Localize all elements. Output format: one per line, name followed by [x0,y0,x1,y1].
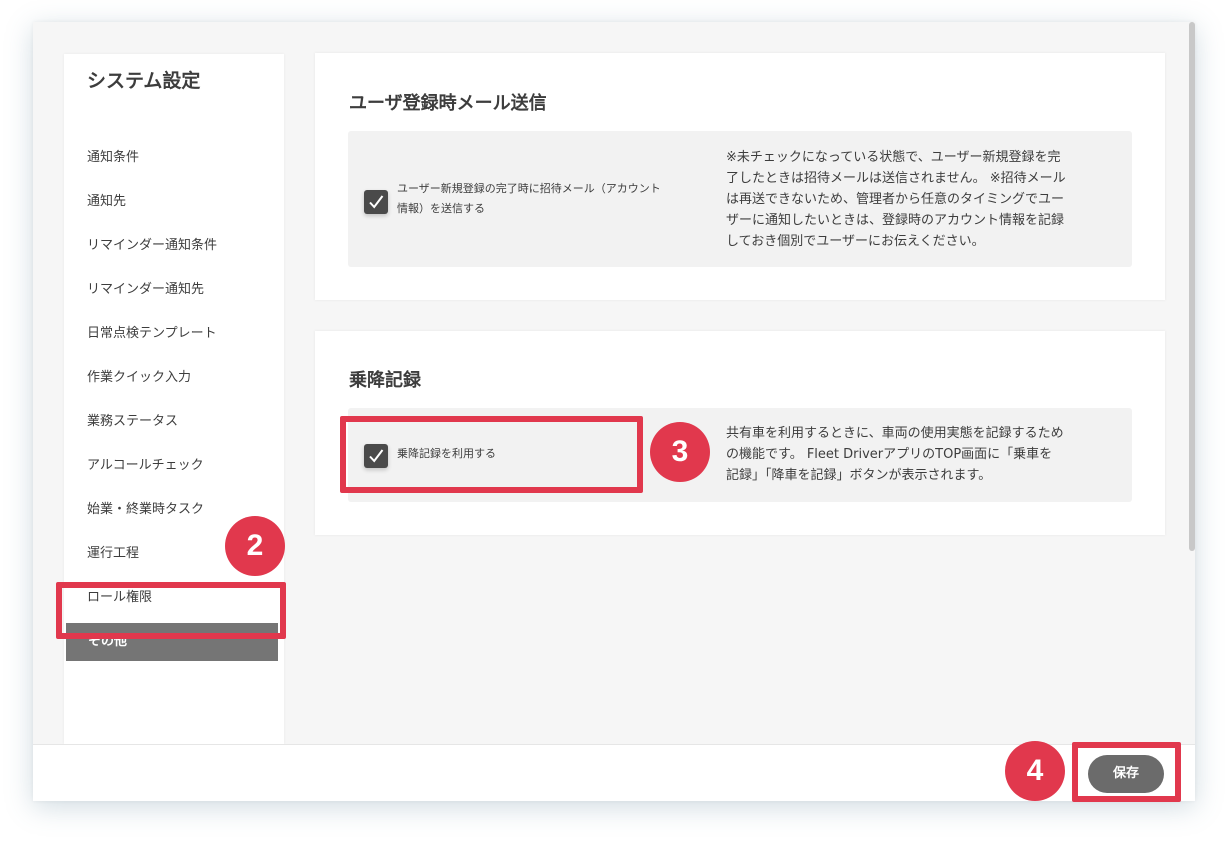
step-badge-2: 2 [225,516,285,576]
sidebar-title: システム設定 [87,70,201,92]
email-settings-card: ユーザ登録時メール送信 ユーザー新規登録の完了時に招待メール（アカウント 情報）… [315,53,1165,300]
description-line: 共有車を利用するときに、車両の使用実態を記録するため [726,426,1064,441]
description-line: 記録」「降車を記録」ボタンが表示されます。 [726,468,992,483]
email-section-title: ユーザ登録時メール送信 [349,93,547,114]
step-badge-3: 3 [650,422,710,482]
settings-sidebar: システム設定 通知条件 通知先 リマインダー通知条件 リマインダー通知先 日常点… [64,54,284,744]
sidebar-item-reminder-destinations[interactable]: リマインダー通知先 [64,268,284,312]
email-option-panel: ユーザー新規登録の完了時に招待メール（アカウント 情報）を送信する ※未チェック… [348,131,1132,267]
sidebar-item-reminder-conditions[interactable]: リマインダー通知条件 [64,224,284,268]
send-invite-email-label-line-1: ユーザー新規登録の完了時に招待メール（アカウント [397,182,661,195]
description-line: しておき個別でユーザーにお伝えください。 [726,234,985,249]
checkmark-icon [369,195,384,209]
send-invite-email-label-line-2: 情報）を送信する [397,202,485,215]
send-invite-email-label[interactable]: ユーザー新規登録の完了時に招待メール（アカウント 情報）を送信する [397,179,661,219]
ride-description: 共有車を利用するときに、車両の使用実態を記録するため の機能です。 Fleet … [726,423,1064,486]
description-line: ザーに通知したいときは、登録時のアカウント情報を記録 [726,213,1065,228]
description-line: は再送できないため、管理者から任意のタイミングでユー [726,192,1065,207]
description-line: ※未チェックになっている状態で、ユーザー新規登録を完 [726,150,1061,165]
ride-section-title: 乗降記録 [349,370,421,391]
sidebar-item-alcohol-check[interactable]: アルコールチェック [64,444,284,488]
sidebar-item-work-status[interactable]: 業務ステータス [64,400,284,444]
settings-window: システム設定 通知条件 通知先 リマインダー通知条件 リマインダー通知先 日常点… [33,22,1195,801]
sidebar-item-notification-conditions[interactable]: 通知条件 [64,136,284,180]
highlight-sidebar-other [56,582,286,639]
sidebar-item-inspection-templates[interactable]: 日常点検テンプレート [64,312,284,356]
highlight-save-button [1072,742,1181,802]
highlight-ride-checkbox [340,416,643,493]
sidebar-item-notification-destinations[interactable]: 通知先 [64,180,284,224]
description-line: の機能です。 Fleet DriverアプリのTOP画面に「乗車を [726,447,1053,462]
description-line: 了したときは招待メールは送信されません。 ※招待メール [726,171,1066,186]
step-badge-4: 4 [1005,741,1065,801]
email-description: ※未チェックになっている状態で、ユーザー新規登録を完 了したときは招待メールは送… [726,147,1066,252]
vertical-scrollbar[interactable] [1189,22,1195,551]
sidebar-item-quick-input[interactable]: 作業クイック入力 [64,356,284,400]
send-invite-email-checkbox[interactable] [364,190,388,214]
